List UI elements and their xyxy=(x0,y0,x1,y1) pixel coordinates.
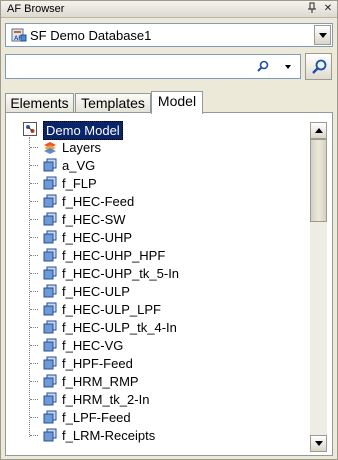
chevron-down-icon xyxy=(319,33,327,38)
pin-icon[interactable] xyxy=(305,2,319,16)
tree-item-label: f_LPF-Feed xyxy=(62,410,131,425)
element-icon xyxy=(43,320,57,334)
tree-item-label: f_HRM_RMP xyxy=(62,374,139,389)
element-icon xyxy=(43,302,57,316)
element-icon xyxy=(43,230,57,244)
database-dropdown-button[interactable] xyxy=(314,25,331,45)
tree-scrollbar[interactable] xyxy=(310,122,327,452)
tree-item-label: f_HEC-ULP xyxy=(62,284,130,299)
window-title: AF Browser xyxy=(7,3,65,15)
magnifier-icon[interactable] xyxy=(256,60,270,74)
tree-item-label: f_HEC-SW xyxy=(62,212,126,227)
tree-item-label: f_HEC-UHP xyxy=(62,230,133,245)
search-options-dropdown-icon[interactable] xyxy=(285,65,291,69)
scroll-thumb[interactable] xyxy=(310,139,327,222)
tree-item-label: f_FLP xyxy=(62,176,97,191)
element-icon xyxy=(43,392,57,406)
tree-item-label: f_HEC-UHP_HPF xyxy=(62,248,166,263)
tree-item-label: f_HEC-VG xyxy=(62,338,124,353)
tab-model[interactable]: Model xyxy=(151,91,203,114)
magnifier-icon xyxy=(312,59,327,74)
search-box[interactable] xyxy=(5,54,301,79)
element-icon xyxy=(43,158,57,172)
tree-connector xyxy=(29,137,30,437)
element-icon xyxy=(43,356,57,370)
tree-item-label: f_LRM-Receipts xyxy=(62,428,156,443)
tree-item-label: f_HEC-Feed xyxy=(62,194,135,209)
title-bar: AF Browser ✕ xyxy=(1,1,337,18)
element-icon xyxy=(43,428,57,442)
search-input[interactable] xyxy=(9,58,245,75)
chevron-up-icon xyxy=(315,128,323,133)
af-browser-panel: AF Browser ✕ AF SF Demo Database1 Elemen… xyxy=(0,0,338,460)
database-name: SF Demo Database1 xyxy=(30,28,152,43)
scroll-up-button[interactable] xyxy=(310,122,327,139)
chevron-down-icon xyxy=(315,441,323,446)
model-tree[interactable]: Demo Model Layers a_VG f_FLP f_HEC-Feed xyxy=(5,113,333,456)
element-icon xyxy=(43,248,57,262)
element-icon xyxy=(43,266,57,280)
search-go-button[interactable] xyxy=(305,53,332,80)
tree-item-label: f_HEC-ULP_tk_4-In xyxy=(62,320,177,335)
af-database-icon: AF xyxy=(11,27,27,43)
database-selector[interactable]: AF SF Demo Database1 xyxy=(5,23,333,47)
tab-templates[interactable]: Templates xyxy=(75,93,151,113)
element-icon xyxy=(43,194,57,208)
tab-elements[interactable]: Elements xyxy=(5,93,74,113)
tree-item-label: f_HRM_tk_2-In xyxy=(62,392,150,407)
element-icon xyxy=(43,284,57,298)
tree-item-label: a_VG xyxy=(62,158,96,173)
element-icon xyxy=(43,212,57,226)
element-icon xyxy=(43,374,57,388)
tree-root-label: Demo Model xyxy=(43,121,123,140)
layers-icon xyxy=(43,140,57,154)
tree-item-label: f_HEC-ULP_LPF xyxy=(62,302,161,317)
element-icon xyxy=(43,338,57,352)
tree-item-label: f_HEC-UHP_tk_5-In xyxy=(62,266,180,281)
tree-item-label: f_HPF-Feed xyxy=(62,356,133,371)
model-icon xyxy=(23,122,37,136)
scroll-down-button[interactable] xyxy=(310,435,327,452)
element-icon xyxy=(43,410,57,424)
element-icon xyxy=(43,176,57,190)
tree-item-label: Layers xyxy=(62,140,102,155)
close-icon[interactable]: ✕ xyxy=(321,2,335,16)
